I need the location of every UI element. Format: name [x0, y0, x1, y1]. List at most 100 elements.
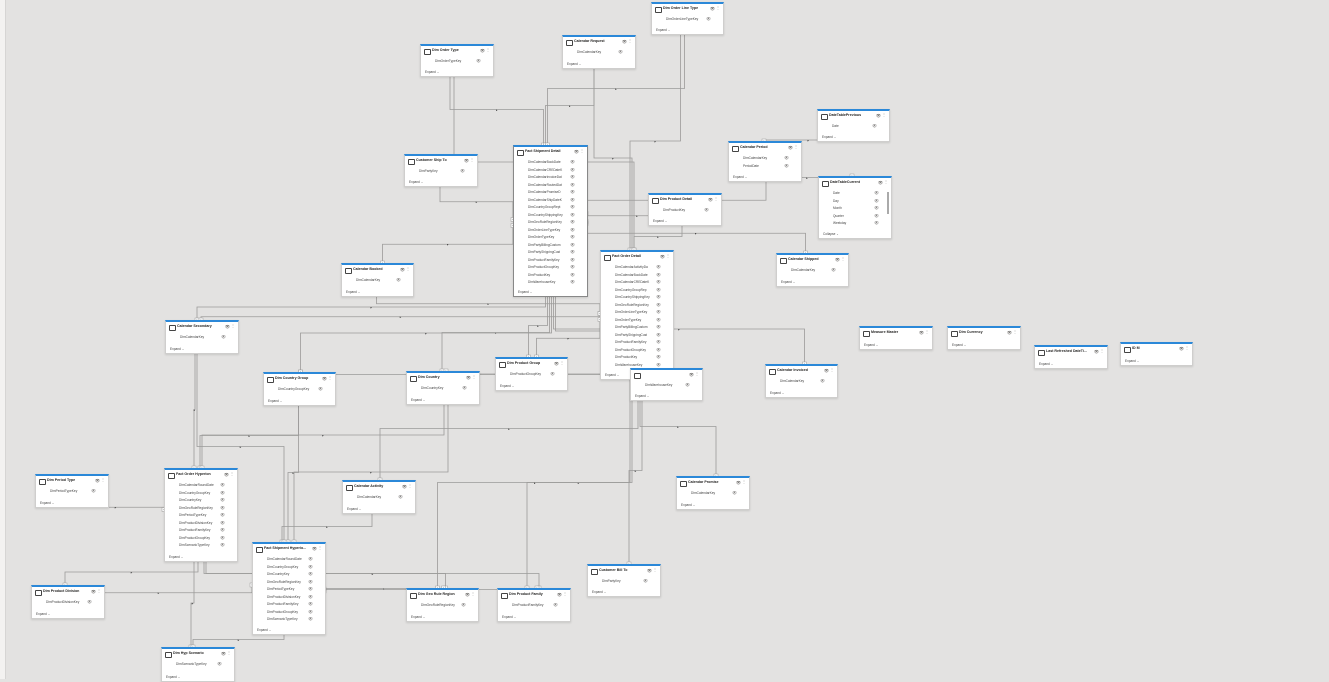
field-row[interactable]: DimCountryKey 👁: [256, 571, 322, 579]
table-header[interactable]: Calendar Period 👁 ⋮: [729, 143, 801, 155]
eye-icon[interactable]: 👁: [398, 494, 403, 499]
table-header[interactable]: Measure Master 👁 ⋮: [860, 328, 932, 340]
expand-toggle[interactable]: Collapse ⌄: [823, 232, 839, 236]
field-row[interactable]: DimGeoRuleRegionKey 👁: [168, 505, 234, 513]
field-row[interactable]: Day 👁: [822, 198, 888, 206]
eye-icon[interactable]: 👁: [570, 219, 575, 224]
more-options-icon[interactable]: ⋮: [794, 144, 798, 149]
eye-icon[interactable]: 👁: [220, 535, 225, 540]
field-row[interactable]: DimCountryShippingKey 👁: [604, 294, 670, 302]
eye-icon[interactable]: 👁: [1179, 346, 1184, 351]
expand-toggle[interactable]: Expand ⌄: [518, 290, 532, 294]
field-row[interactable]: DimProductKey 👁: [604, 354, 670, 362]
eye-icon[interactable]: 👁: [557, 592, 562, 597]
field-row[interactable]: DimCountryKey 👁: [168, 497, 234, 505]
eye-icon[interactable]: 👁: [461, 602, 466, 607]
eye-icon[interactable]: 👁: [824, 368, 829, 373]
eye-icon[interactable]: 👁: [91, 488, 96, 493]
table-header[interactable]: Customer Bill To 👁 ⋮: [588, 566, 660, 578]
field-row[interactable]: DimProductDivisionKey 👁: [35, 599, 101, 607]
field-row[interactable]: DimPartyBillingCustom 👁: [604, 324, 670, 332]
eye-icon[interactable]: 👁: [570, 227, 575, 232]
more-options-icon[interactable]: ⋮: [97, 588, 101, 593]
eye-icon[interactable]: 👁: [224, 472, 229, 477]
field-row[interactable]: DimProductDivisionKey 👁: [256, 594, 322, 602]
eye-icon[interactable]: 👁: [308, 579, 313, 584]
more-options-icon[interactable]: ⋮: [101, 477, 105, 482]
eye-icon[interactable]: 👁: [480, 48, 485, 53]
eye-icon[interactable]: 👁: [570, 257, 575, 262]
expand-toggle[interactable]: Expand ⌄: [1125, 359, 1139, 363]
expand-toggle[interactable]: Expand ⌄: [411, 398, 425, 402]
field-row[interactable]: DimWarehouseKey 👁: [517, 279, 584, 287]
eye-icon[interactable]: 👁: [87, 599, 92, 604]
field-row[interactable]: DimCalendarRoundDate 👁: [256, 556, 322, 564]
eye-icon[interactable]: 👁: [570, 212, 575, 217]
field-row[interactable]: DimCalendarPromiseD 👁: [517, 189, 584, 197]
more-options-icon[interactable]: ⋮: [714, 196, 718, 201]
field-row[interactable]: DimPartyKey 👁: [591, 578, 657, 586]
more-options-icon[interactable]: ⋮: [716, 5, 720, 10]
eye-icon[interactable]: 👁: [464, 158, 469, 163]
eye-icon[interactable]: 👁: [308, 556, 313, 561]
field-row[interactable]: DimCalendarKey 👁: [680, 490, 746, 498]
field-row[interactable]: DimCalendarKey 👁: [169, 334, 235, 342]
field-row[interactable]: DimCalendarKey 👁: [780, 267, 845, 275]
field-row[interactable]: DimScenarioTypeKey 👁: [168, 542, 234, 550]
eye-icon[interactable]: 👁: [217, 661, 222, 666]
eye-icon[interactable]: 👁: [220, 512, 225, 517]
table-card-calendar-shipped[interactable]: Calendar Shipped 👁 ⋮ DimCalendarKey 👁 Expand …: [776, 253, 849, 287]
expand-toggle[interactable]: Expand ⌄: [681, 503, 695, 507]
more-options-icon[interactable]: ⋮: [882, 112, 886, 117]
field-row[interactable]: DimPeriodTypeKey 👁: [168, 512, 234, 520]
eye-icon[interactable]: 👁: [656, 302, 661, 307]
field-row[interactable]: DimCountryKey 👁: [410, 385, 476, 393]
table-header[interactable]: Fact Shipment Hyperio... 👁 ⋮: [253, 544, 325, 556]
eye-icon[interactable]: 👁: [732, 490, 737, 495]
eye-icon[interactable]: 👁: [656, 272, 661, 277]
more-options-icon[interactable]: ⋮: [666, 253, 670, 258]
field-row[interactable]: DimCalendarBookDate 👁: [604, 272, 670, 280]
field-row[interactable]: DimPartyKey 👁: [408, 168, 474, 176]
eye-icon[interactable]: 👁: [618, 49, 623, 54]
eye-icon[interactable]: 👁: [308, 571, 313, 576]
field-row[interactable]: DimCalendarRoundDate 👁: [168, 482, 234, 490]
table-card-calendar-secondary[interactable]: Calendar Secondary 👁 ⋮ DimCalendarKey 👁 Expan…: [165, 320, 239, 354]
field-row[interactable]: DimCountryGroupKey 👁: [267, 386, 332, 394]
expand-toggle[interactable]: Expand ⌄: [170, 347, 184, 351]
table-header[interactable]: Dim Hyp Scenario 👁 ⋮: [162, 649, 234, 661]
field-row[interactable]: DimCalendarRoutedDat 👁: [517, 182, 584, 190]
eye-icon[interactable]: 👁: [874, 205, 879, 210]
table-header[interactable]: DateTablePrevious 👁 ⋮: [818, 111, 889, 123]
field-row[interactable]: Date 👁: [822, 190, 888, 198]
expand-toggle[interactable]: Expand ⌄: [567, 62, 581, 66]
table-header[interactable]: 👁 ⋮: [631, 370, 702, 382]
field-row[interactable]: DimCountryGroupRep 👁: [604, 287, 670, 295]
table-header[interactable]: Calendar Promise 👁 ⋮: [677, 478, 749, 490]
eye-icon[interactable]: 👁: [574, 149, 579, 154]
eye-icon[interactable]: 👁: [704, 207, 709, 212]
eye-icon[interactable]: 👁: [221, 334, 226, 339]
expand-toggle[interactable]: Expand ⌄: [770, 391, 784, 395]
table-card-dim-product-division[interactable]: Dim Product Division 👁 ⋮ DimProductDivision…: [31, 585, 105, 619]
eye-icon[interactable]: 👁: [656, 362, 661, 367]
table-card-calendar-invoiced[interactable]: Calendar Invoiced 👁 ⋮ DimCalendarKey 👁 Expand…: [765, 364, 838, 398]
table-card-dim-country-group[interactable]: Dim Country Group 👁 ⋮ DimCountryGroupKey 👁 Ex…: [263, 372, 336, 406]
table-header[interactable]: Dim Country 👁 ⋮: [407, 373, 479, 385]
field-row[interactable]: DimPeriodTypeKey 👁: [39, 488, 105, 496]
expand-toggle[interactable]: Expand ⌄: [864, 343, 878, 347]
table-header[interactable]: Dim Geo Rule Region 👁 ⋮: [407, 590, 478, 602]
more-options-icon[interactable]: ⋮: [231, 323, 235, 328]
field-row[interactable]: DimPeriodTypeKey 👁: [256, 586, 322, 594]
table-card-measure-master[interactable]: Measure Master 👁 ⋮ Expand ⌄: [859, 326, 933, 350]
table-header[interactable]: Fact Shipment Detail 👁 ⋮: [514, 147, 587, 159]
table-header[interactable]: Calendar Request 👁 ⋮: [563, 37, 635, 49]
eye-icon[interactable]: 👁: [220, 482, 225, 487]
more-options-icon[interactable]: ⋮: [628, 38, 632, 43]
eye-icon[interactable]: 👁: [570, 264, 575, 269]
eye-icon[interactable]: 👁: [308, 594, 313, 599]
field-row[interactable]: DimGeoRuleRegionKey 👁: [410, 602, 475, 610]
field-row[interactable]: DimCalendarBookDate 👁: [517, 159, 584, 167]
eye-icon[interactable]: 👁: [570, 167, 575, 172]
eye-icon[interactable]: 👁: [784, 163, 789, 168]
